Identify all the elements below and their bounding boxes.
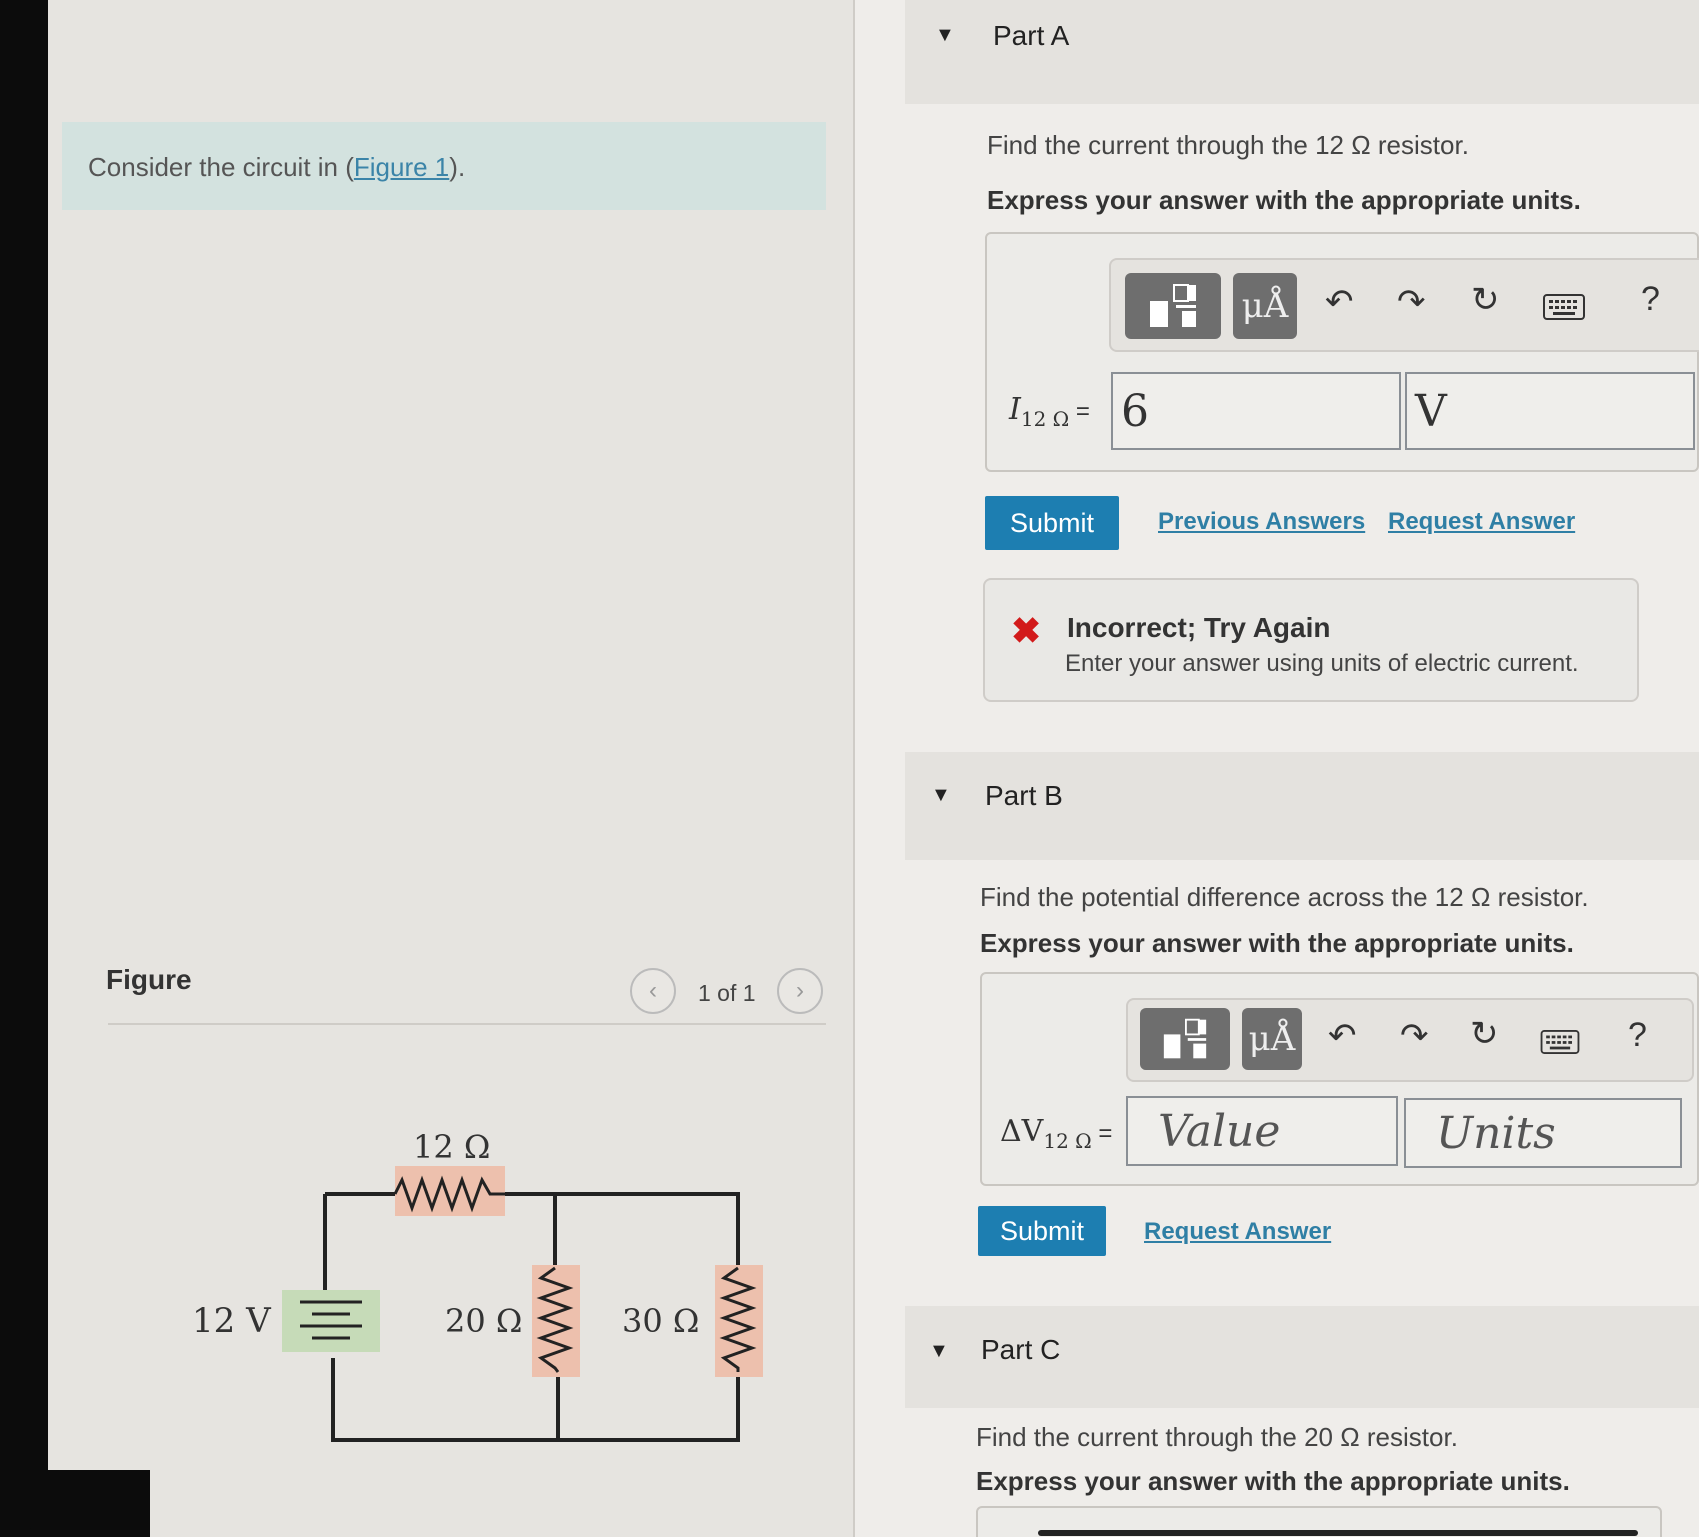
part-a-variable-label: I12 Ω =: [1009, 392, 1090, 431]
part-a-title: Part A: [993, 20, 1070, 51]
battery-highlight: [282, 1290, 380, 1352]
prev-figure-button[interactable]: ‹: [630, 968, 676, 1014]
part-a-submit-button[interactable]: Submit: [985, 496, 1119, 550]
redo-icon[interactable]: ↷: [1400, 1016, 1429, 1056]
chevron-right-icon: ›: [796, 977, 804, 1004]
label-12-volt: 12 V: [192, 1301, 272, 1341]
units-button[interactable]: μÅ: [1233, 273, 1297, 339]
template-button[interactable]: [1140, 1008, 1230, 1070]
feedback-message: Enter your answer using units of electri…: [1065, 650, 1579, 677]
part-b-submit-button[interactable]: Submit: [978, 1206, 1106, 1256]
incorrect-x-icon: ✖: [1011, 610, 1042, 651]
reset-icon[interactable]: ↻: [1470, 1014, 1499, 1054]
part-a-units-input[interactable]: V: [1405, 372, 1695, 450]
part-b-toolbar: μÅ ↶ ↷ ↻ ?: [1126, 998, 1694, 1082]
label-12-ohm: 12 Ω: [413, 1128, 490, 1166]
collapse-arrow-icon[interactable]: ▼: [929, 1340, 949, 1363]
part-a-toolbar: μÅ ↶ ↷ ↻ ?: [1109, 258, 1699, 352]
undo-icon[interactable]: ↶: [1328, 1016, 1357, 1056]
help-icon[interactable]: ?: [1628, 1016, 1647, 1055]
keyboard-icon[interactable]: [1540, 1024, 1580, 1063]
part-c-instruction: Express your answer with the appropriate…: [976, 1466, 1570, 1496]
part-b-variable-label: ΔV12 Ω =: [1000, 1114, 1113, 1153]
figure-link[interactable]: Figure 1: [354, 152, 449, 182]
undo-icon[interactable]: ↶: [1325, 282, 1354, 322]
part-b-title: Part B: [985, 780, 1063, 811]
part-c-toolbar-edge: [1038, 1530, 1638, 1536]
previous-answers-link[interactable]: Previous Answers: [1158, 508, 1365, 536]
keyboard-icon[interactable]: [1543, 290, 1585, 329]
figure-title: Figure: [106, 964, 192, 995]
part-a-request-answer-link[interactable]: Request Answer: [1388, 508, 1575, 536]
help-icon[interactable]: ?: [1641, 280, 1660, 319]
part-b-request-answer-link[interactable]: Request Answer: [1144, 1218, 1331, 1246]
part-a-header[interactable]: ▼ Part A: [905, 0, 1699, 104]
screen-bezel: [0, 0, 48, 1537]
part-a-feedback: ✖ Incorrect; Try Again Enter your answer…: [983, 578, 1639, 702]
part-b-instruction: Express your answer with the appropriate…: [980, 928, 1574, 958]
fraction-template-icon: [1150, 284, 1196, 327]
part-b-units-input[interactable]: Units: [1404, 1098, 1682, 1168]
figure-divider: [108, 1023, 826, 1025]
part-b-header[interactable]: ▼ Part B: [905, 752, 1699, 860]
next-figure-button[interactable]: ›: [777, 968, 823, 1014]
part-c-question: Find the current through the 20 Ω resist…: [976, 1422, 1458, 1452]
collapse-arrow-icon[interactable]: ▼: [931, 784, 951, 807]
collapse-arrow-icon[interactable]: ▼: [935, 24, 955, 47]
redo-icon[interactable]: ↷: [1397, 282, 1426, 322]
reset-icon[interactable]: ↻: [1471, 280, 1500, 320]
part-b-question: Find the potential difference across the…: [980, 882, 1589, 912]
part-a-question: Find the current through the 12 Ω resist…: [987, 130, 1469, 160]
circuit-diagram: 12 Ω 12 V 20 Ω 30 Ω: [192, 1128, 763, 1442]
part-a-value-input[interactable]: 6: [1111, 372, 1401, 450]
part-c-answer-box: [976, 1506, 1662, 1537]
screen-bezel-corner: [30, 1470, 150, 1537]
fraction-template-icon: [1163, 1018, 1207, 1059]
intro-box: Consider the circuit in (Figure 1).: [62, 122, 826, 210]
part-a-instruction: Express your answer with the appropriate…: [987, 185, 1581, 215]
label-20-ohm: 20 Ω: [445, 1302, 522, 1340]
part-a-answer-box: μÅ ↶ ↷ ↻ ? I12 Ω = 6 V: [985, 232, 1699, 472]
intro-text: Consider the circuit in (Figure 1).: [88, 152, 466, 182]
part-c-title: Part C: [981, 1334, 1061, 1365]
chevron-left-icon: ‹: [649, 977, 657, 1004]
feedback-title: Incorrect; Try Again: [1067, 612, 1331, 643]
part-c-header[interactable]: ▼ Part C: [905, 1306, 1699, 1408]
part-b-answer-box: μÅ ↶ ↷ ↻ ? ΔV12 Ω = Value Units: [980, 972, 1699, 1186]
label-30-ohm: 30 Ω: [622, 1302, 699, 1340]
part-b-value-input[interactable]: Value: [1126, 1096, 1398, 1166]
template-button[interactable]: [1125, 273, 1221, 339]
figure-pager-text: 1 of 1: [698, 980, 756, 1006]
units-button[interactable]: μÅ: [1242, 1008, 1302, 1070]
